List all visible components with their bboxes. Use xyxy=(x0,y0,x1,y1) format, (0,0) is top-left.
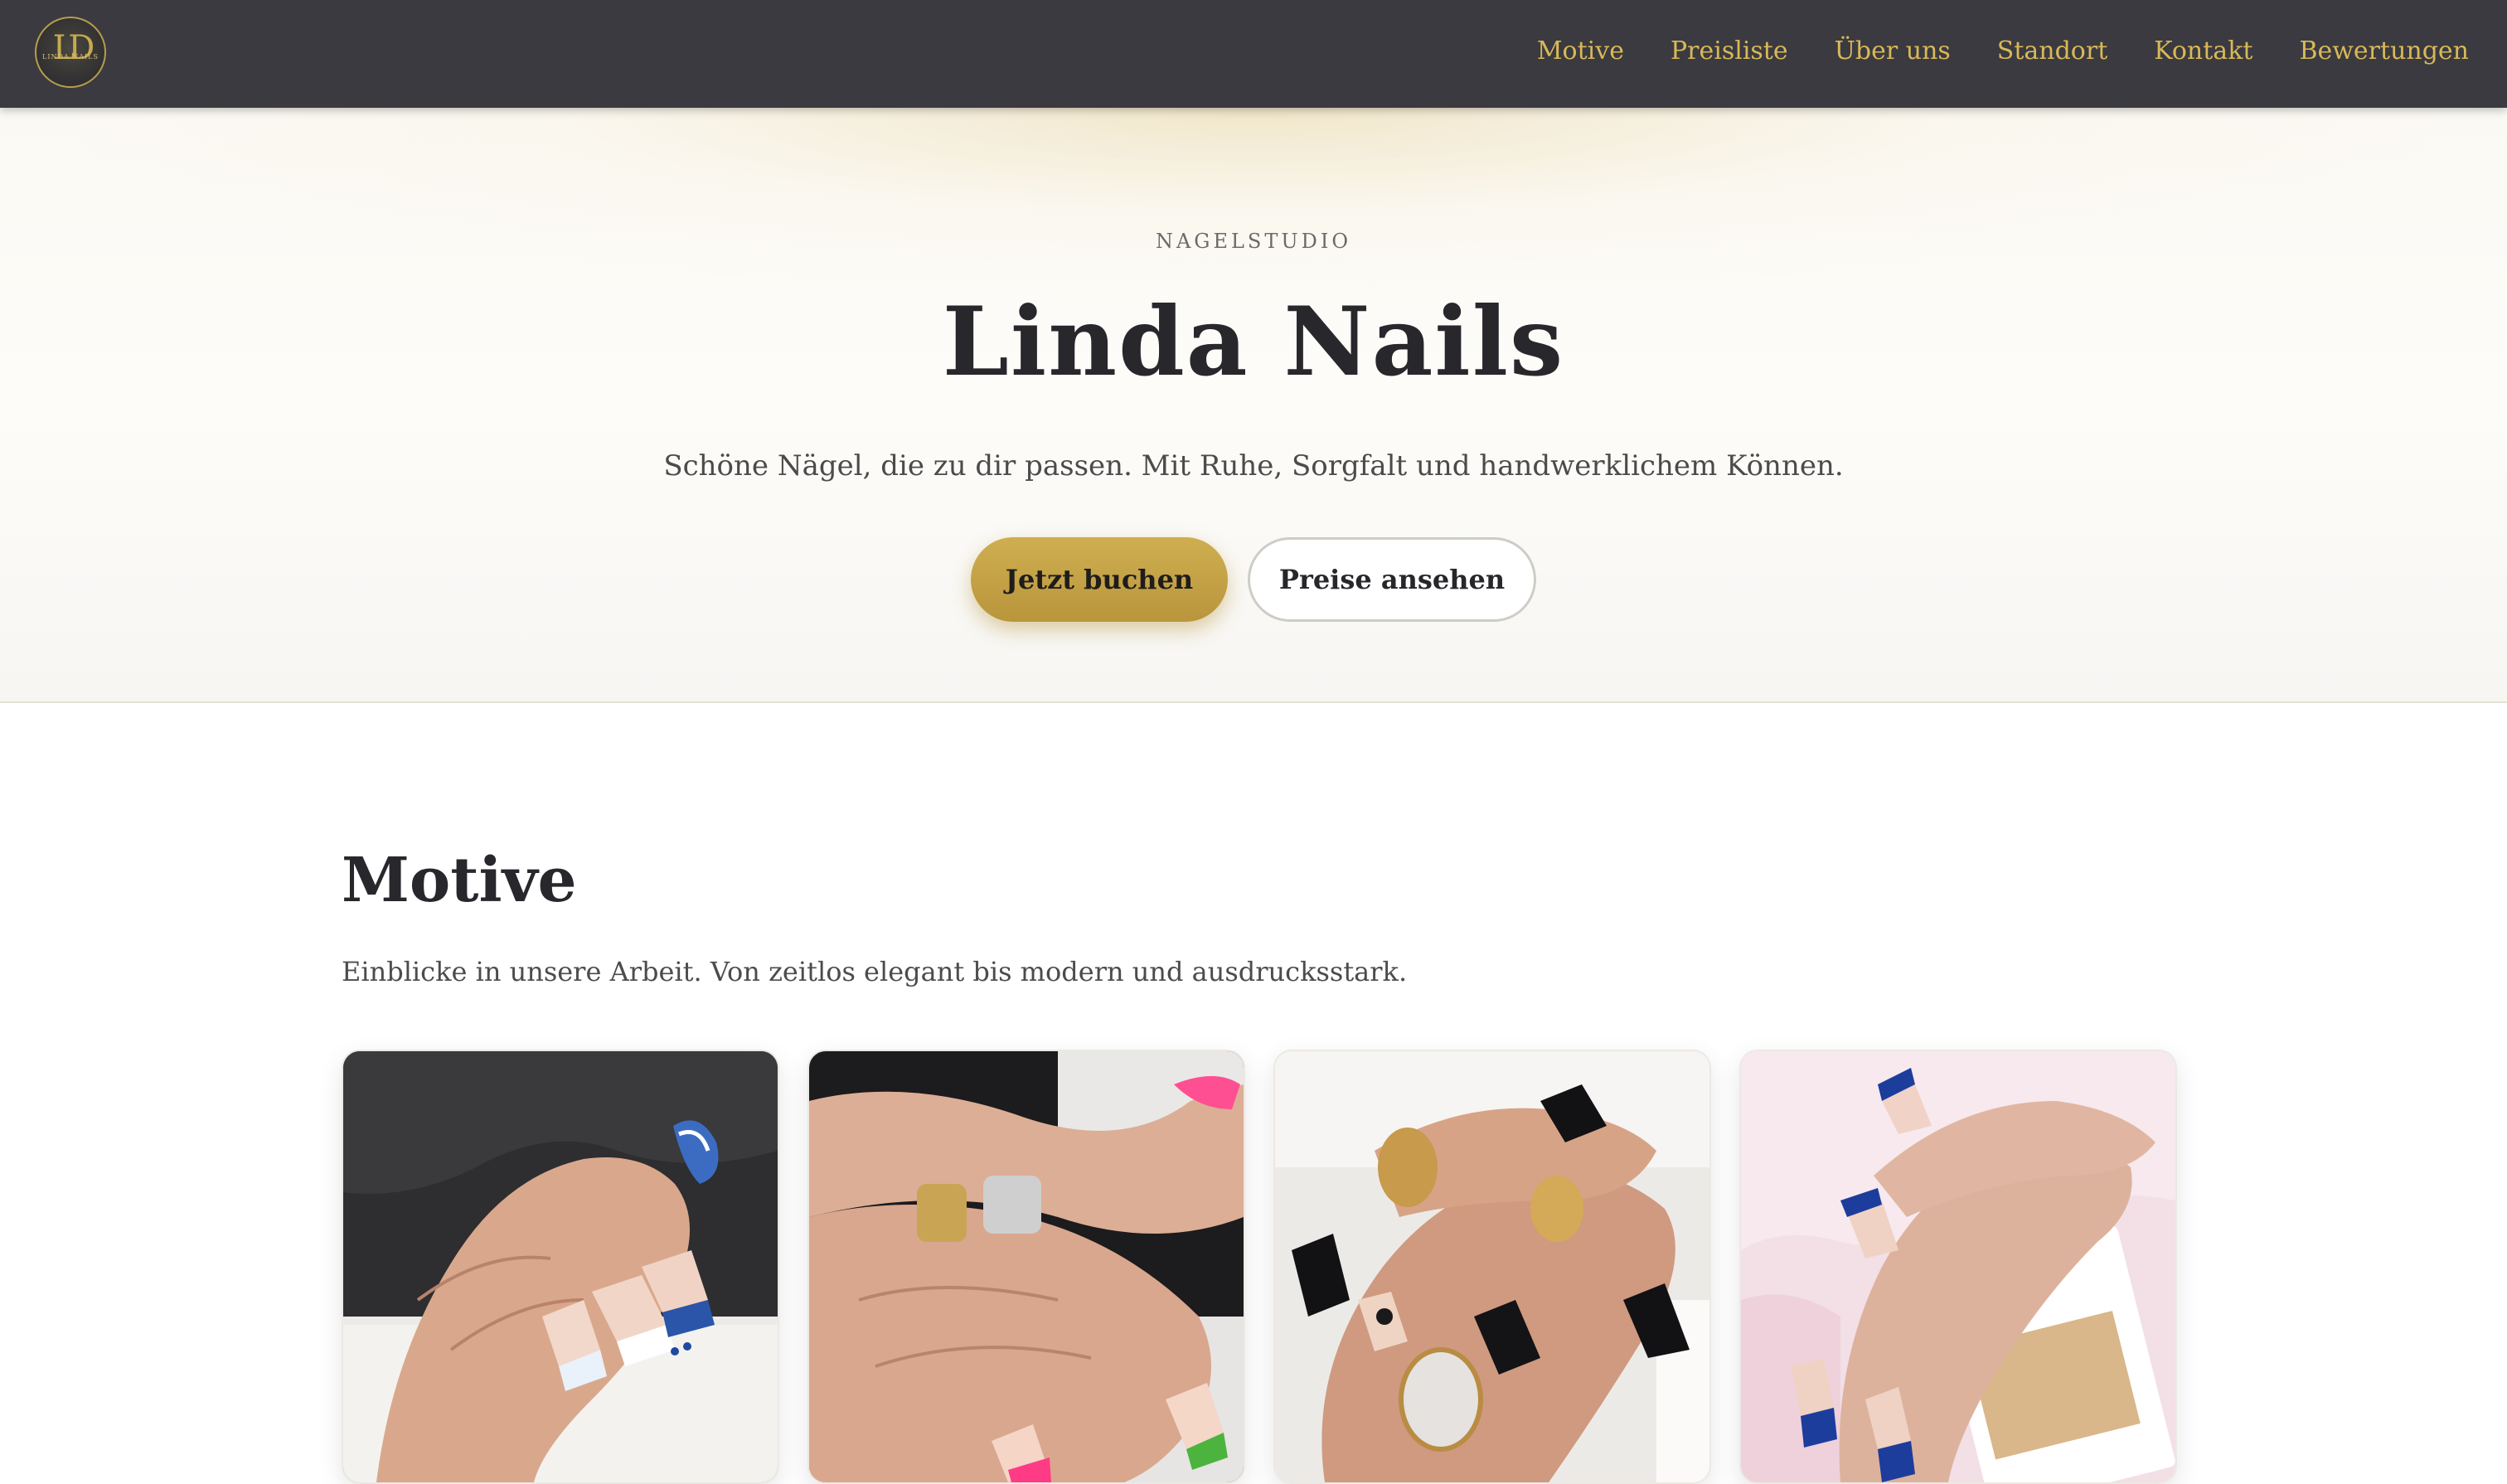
gallery-photo-colorful-tips[interactable] xyxy=(807,1050,1245,1484)
photo-colorful-tips-image xyxy=(809,1051,1244,1482)
nav-link-standort[interactable]: Standort xyxy=(1997,33,2107,70)
logo-text: LINDA NAILS xyxy=(42,53,99,61)
photo-blue-french-card-image xyxy=(1741,1051,2175,1482)
nav-link-motive[interactable]: Motive xyxy=(1537,33,1624,70)
hero-title: Linda Nails xyxy=(942,286,1565,397)
hero-kicker: NAGELSTUDIO xyxy=(1155,230,1352,253)
hero-buttons: Jetzt buchen Preise ansehen xyxy=(0,537,2507,622)
motive-section-subtitle: Einblicke in unsere Arbeit. Von zeitlos … xyxy=(342,956,1408,987)
nav-link-ueber-uns[interactable]: Über uns xyxy=(1835,33,1951,70)
main-menu: Motive Preisliste Über uns Standort Kont… xyxy=(1537,33,2469,70)
photo-blue-french-image xyxy=(343,1051,778,1482)
linda-nails-logo[interactable]: LD LINDA NAILS xyxy=(35,17,106,88)
nav-link-kontakt[interactable]: Kontakt xyxy=(2154,33,2252,70)
gallery-photo-blue-french[interactable] xyxy=(342,1050,779,1484)
hero-subtitle: Schöne Nägel, die zu dir passen. Mit Ruh… xyxy=(663,449,1844,483)
hero-section: NAGELSTUDIO Linda Nails Schöne Nägel, di… xyxy=(0,108,2507,703)
book-now-button[interactable]: Jetzt buchen xyxy=(971,537,1228,622)
gallery-photo-blue-french-card[interactable] xyxy=(1739,1050,2177,1484)
motive-gallery xyxy=(342,1050,2177,1484)
nav-link-bewertungen[interactable]: Bewertungen xyxy=(2299,33,2469,70)
photo-black-gold-image xyxy=(1275,1051,1709,1482)
view-prices-button[interactable]: Preise ansehen xyxy=(1248,537,1536,622)
gallery-photo-black-gold[interactable] xyxy=(1273,1050,1711,1484)
logo-monogram: LD xyxy=(52,29,95,67)
motive-section-title: Motive xyxy=(342,845,577,916)
top-navigation-bar: LD LINDA NAILS Motive Preisliste Über un… xyxy=(0,0,2507,108)
nav-link-preisliste[interactable]: Preisliste xyxy=(1671,33,1788,70)
